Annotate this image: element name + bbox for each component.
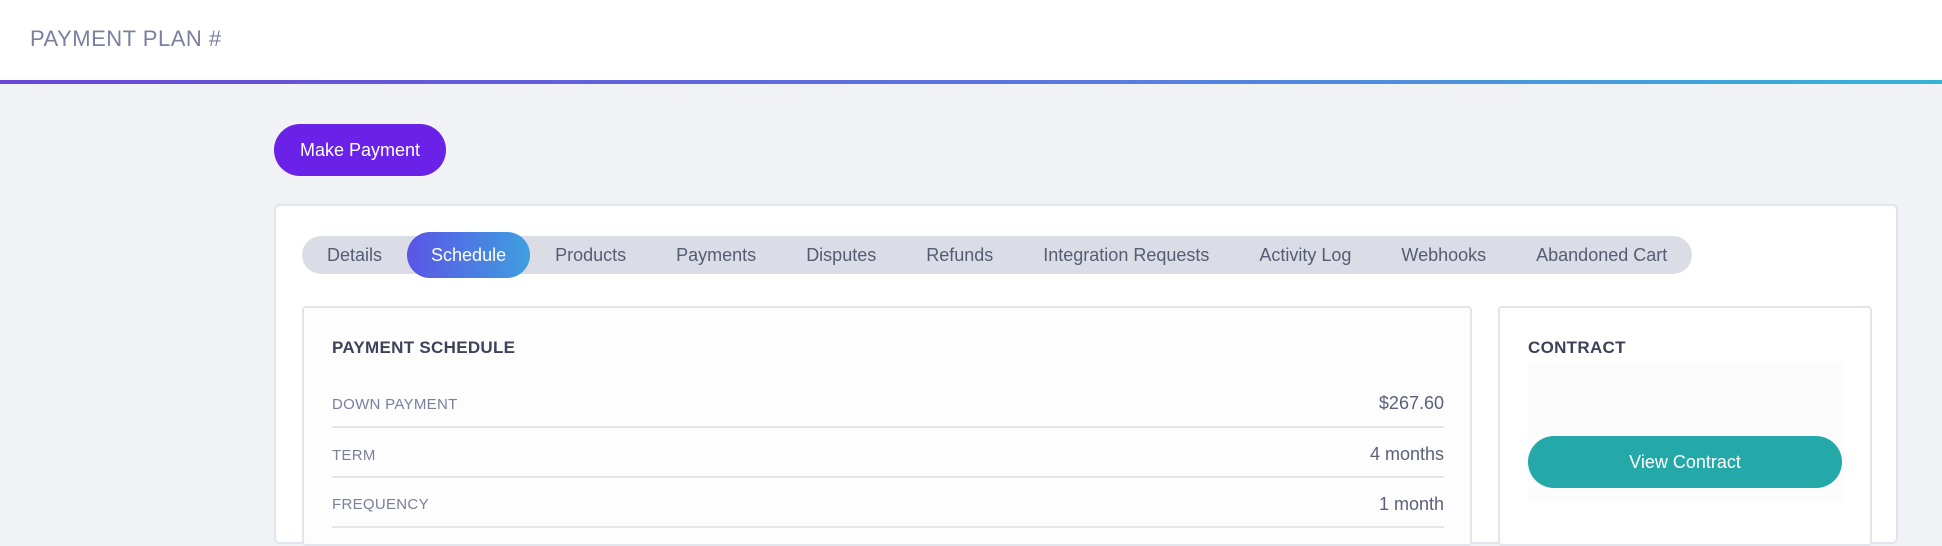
tab-webhooks[interactable]: Webhooks [1376, 236, 1511, 274]
tab-details[interactable]: Details [302, 236, 407, 274]
tab-activity-log[interactable]: Activity Log [1234, 236, 1376, 274]
tab-bar: Details Schedule Products Payments Dispu… [302, 232, 1693, 278]
schedule-row-term: TERM 4 months [332, 428, 1444, 478]
contract-card: CONTRACT View Contract [1498, 306, 1872, 546]
schedule-row-frequency: FREQUENCY 1 month [332, 478, 1444, 528]
header-accent-line [0, 80, 1942, 84]
tab-schedule[interactable]: Schedule [407, 232, 531, 278]
row-value: $267.60 [1378, 393, 1444, 413]
row-value: 4 months [1369, 444, 1444, 464]
make-payment-button[interactable]: Make Payment [274, 124, 446, 176]
contract-heading: CONTRACT [1528, 338, 1626, 357]
view-contract-button[interactable]: View Contract [1528, 436, 1842, 488]
row-label: TERM [332, 447, 376, 464]
payment-schedule-heading: PAYMENT SCHEDULE [332, 338, 516, 357]
tab-refunds[interactable]: Refunds [901, 236, 1018, 274]
page-title: PAYMENT PLAN # [30, 26, 222, 51]
schedule-row-down-payment: DOWN PAYMENT $267.60 [332, 378, 1444, 428]
row-value: 1 month [1378, 494, 1444, 514]
tab-integration-requests[interactable]: Integration Requests [1018, 236, 1234, 274]
row-label: DOWN PAYMENT [332, 396, 458, 413]
tab-payments[interactable]: Payments [651, 236, 781, 274]
top-header: PAYMENT PLAN # [0, 0, 1942, 80]
tab-abandoned-cart[interactable]: Abandoned Cart [1511, 236, 1692, 274]
tab-products[interactable]: Products [530, 236, 651, 274]
row-label: FREQUENCY [332, 496, 429, 513]
payment-schedule-card: PAYMENT SCHEDULE DOWN PAYMENT $267.60 TE… [302, 306, 1472, 546]
tab-disputes[interactable]: Disputes [781, 236, 901, 274]
